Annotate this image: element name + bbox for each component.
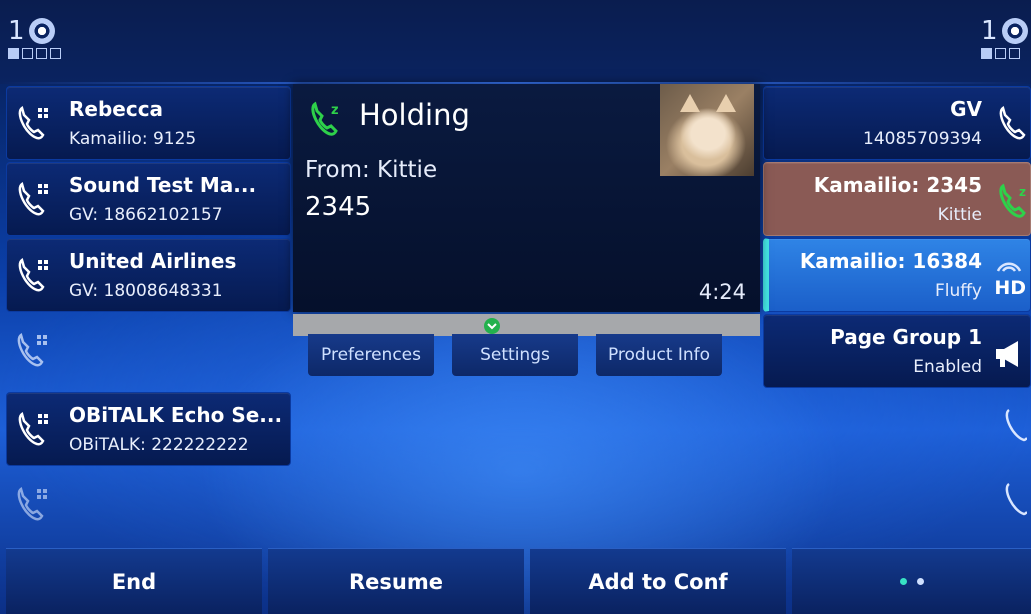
phone-dialpad-icon	[13, 177, 55, 219]
phone-dialpad-icon	[13, 253, 55, 295]
line-number: 1	[8, 16, 25, 46]
line-name: Kamailio: 2345	[813, 173, 982, 197]
navigation-pad-icon	[1001, 18, 1028, 44]
contact-name: United Airlines	[69, 249, 237, 273]
line-name: Kamailio: 16384	[799, 249, 982, 273]
chevron-down-icon[interactable]	[484, 318, 500, 334]
line-key-sound-test[interactable]: Sound Test Ma... GV: 18662102157	[6, 162, 291, 236]
contact-number: GV: 18662102157	[69, 205, 223, 225]
add-to-conf-button[interactable]: Add to Conf	[530, 548, 786, 614]
line-key-kamailio-16384[interactable]: Kamailio: 16384 Fluffy HD	[763, 238, 1031, 312]
page-dots	[981, 48, 1028, 59]
caller-from: From: Kittie	[305, 157, 438, 183]
caller-number: 2345	[305, 192, 372, 222]
line-page-indicator-right[interactable]: 1	[981, 18, 1028, 59]
line-key-obitalk-echo[interactable]: OBiTALK Echo Se... OBiTALK: 222222222	[6, 392, 291, 466]
contact-name: OBiTALK Echo Se...	[69, 403, 283, 427]
end-call-button[interactable]: End	[6, 548, 262, 614]
contact-number: OBiTALK: 222222222	[69, 435, 249, 455]
call-state: Holding	[359, 98, 470, 132]
caller-avatar	[660, 84, 754, 176]
phone-dialpad-icon	[13, 101, 55, 143]
line-number: 1	[981, 16, 998, 46]
call-timer: 4:24	[698, 280, 746, 304]
caller-name: Kittie	[937, 205, 982, 225]
contact-name: Sound Test Ma...	[69, 173, 257, 197]
resume-button[interactable]: Resume	[268, 548, 524, 614]
megaphone-icon	[994, 339, 1028, 373]
navigation-pad-icon	[28, 18, 55, 44]
call-status-popup[interactable]: z Holding From: Kittie 2345 4:24	[293, 84, 760, 312]
contact-name: Rebecca	[69, 97, 164, 121]
line-page-indicator-left[interactable]: 1	[8, 18, 61, 59]
phone-icon[interactable]	[999, 478, 1028, 522]
menu-drawer-handle[interactable]	[293, 314, 760, 336]
more-softkeys-button[interactable]	[792, 548, 1031, 614]
contact-number: GV: 18008648331	[69, 281, 223, 301]
line-key-gv[interactable]: GV 14085709394	[763, 86, 1031, 160]
softkey-page-dots	[899, 578, 924, 585]
line-number: 14085709394	[863, 129, 982, 149]
caller-name: Fluffy	[934, 281, 982, 301]
line-key-empty[interactable]	[6, 314, 291, 388]
line-name: Page Group 1	[830, 325, 982, 349]
call-hold-icon: z	[307, 98, 347, 142]
phone-icon	[992, 101, 1031, 143]
line-key-united-airlines[interactable]: United Airlines GV: 18008648331	[6, 238, 291, 312]
phone-dialpad-icon	[13, 407, 55, 449]
product-info-button[interactable]: Product Info	[596, 334, 722, 376]
line-key-rebecca[interactable]: Rebecca Kamailio: 9125	[6, 86, 291, 160]
phone-icon[interactable]	[999, 404, 1028, 448]
line-key-page-group[interactable]: Page Group 1 Enabled	[763, 314, 1031, 388]
line-key-empty[interactable]	[6, 468, 291, 542]
hd-audio-icon: HD	[992, 251, 1026, 301]
phone-dialpad-icon	[12, 328, 54, 370]
settings-button[interactable]: Settings	[452, 334, 578, 376]
svg-text:z: z	[1019, 185, 1026, 199]
phone-hold-icon: z	[992, 177, 1031, 219]
svg-text:z: z	[331, 103, 339, 118]
page-status: Enabled	[913, 357, 982, 377]
line-key-kamailio-2345[interactable]: Kamailio: 2345 Kittie z	[763, 162, 1031, 236]
preferences-button[interactable]: Preferences	[308, 334, 434, 376]
phone-dialpad-icon	[12, 482, 54, 524]
page-dots	[8, 48, 61, 59]
line-name: GV	[950, 97, 982, 121]
contact-number: Kamailio: 9125	[69, 129, 197, 149]
status-bar: 1 1	[0, 0, 1031, 84]
